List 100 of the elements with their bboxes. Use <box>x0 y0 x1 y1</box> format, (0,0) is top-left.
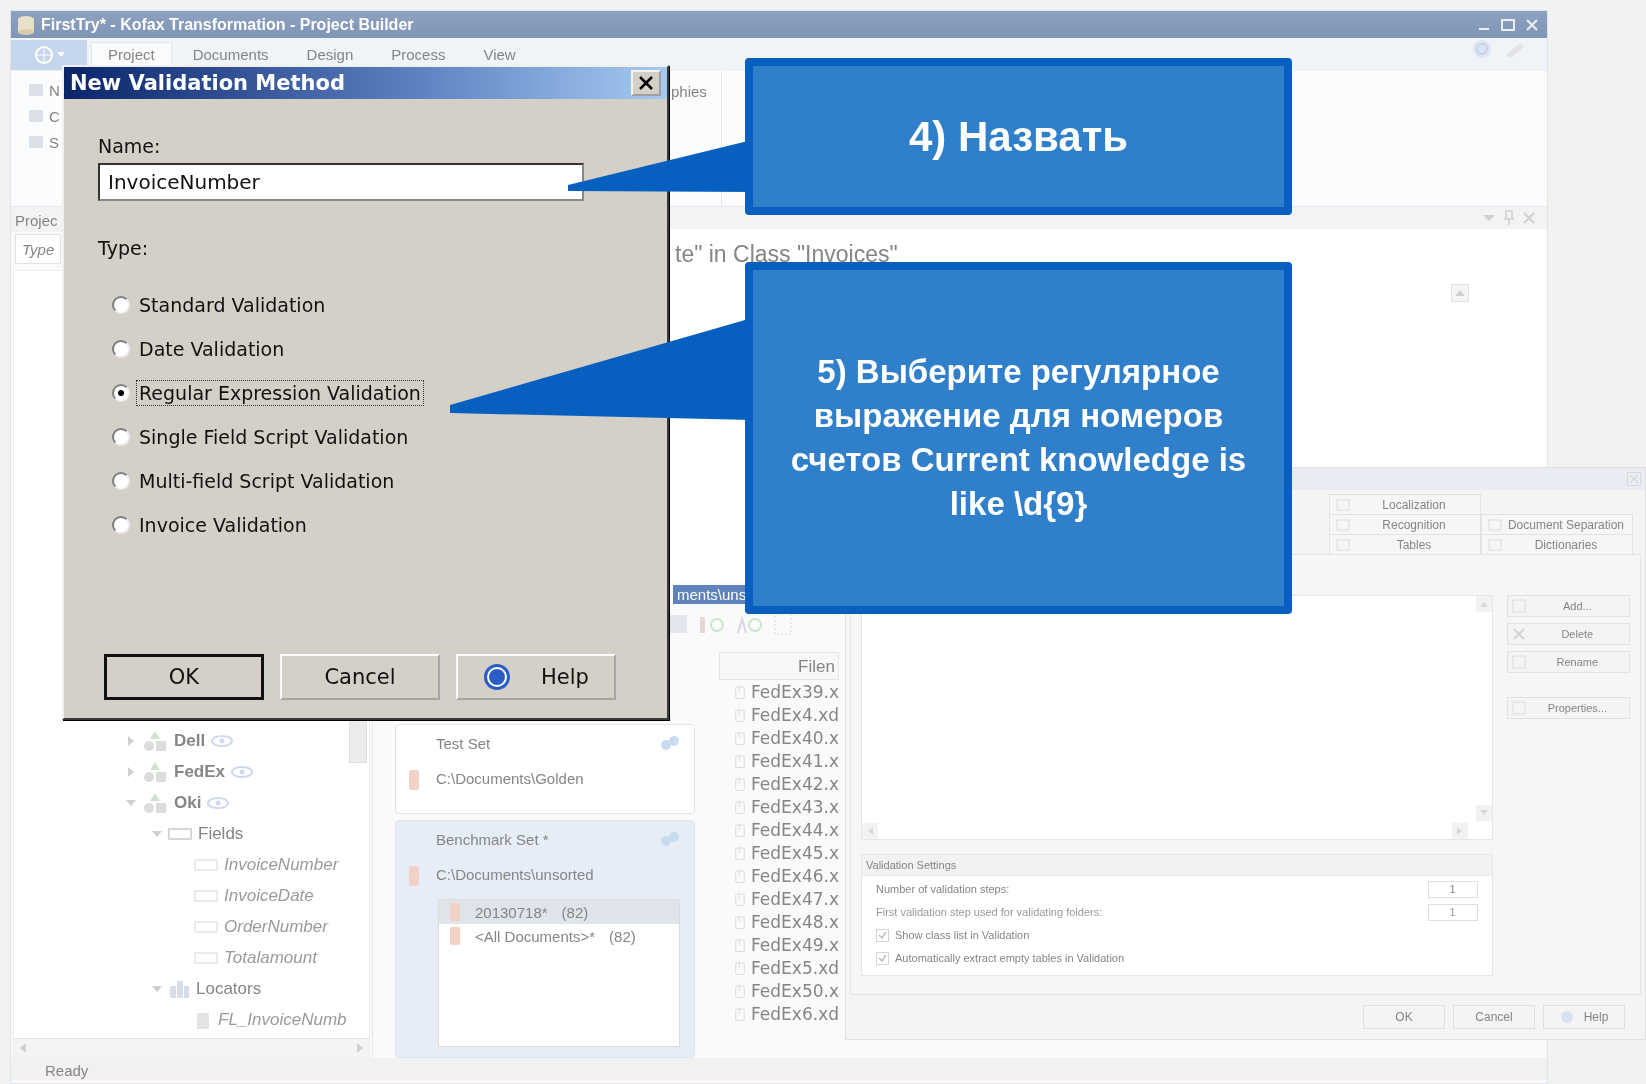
ribbon-command[interactable]: N <box>49 81 60 99</box>
tree-item[interactable]: FL_InvoiceNumb <box>218 1009 347 1030</box>
eye-icon[interactable] <box>207 795 230 810</box>
expanded-arrow-icon[interactable] <box>152 828 162 839</box>
pin-icon[interactable] <box>1503 209 1515 226</box>
ribbon-tab[interactable]: Process <box>374 42 463 66</box>
file-name[interactable]: FedEx44.x <box>751 819 839 840</box>
tree-item[interactable]: Locators <box>196 978 262 999</box>
side-button[interactable]: Add... <box>1506 595 1630 617</box>
dropdown-icon[interactable] <box>1483 212 1495 223</box>
close-icon[interactable] <box>1523 16 1541 33</box>
document-set-card[interactable]: Benchmark Set * C:\Documents\unsorted 20130718* (82) <All Documents>* (82) <box>395 820 695 1058</box>
radio-button[interactable] <box>112 428 130 446</box>
close-icon[interactable] <box>1523 211 1535 224</box>
tree-item[interactable]: Oki <box>174 792 202 813</box>
side-button[interactable]: Rename <box>1506 651 1630 673</box>
column-header[interactable]: Filen <box>719 652 839 680</box>
file-name[interactable]: FedEx45.x <box>751 842 839 863</box>
link-icon[interactable] <box>660 831 680 847</box>
scroll-right-icon[interactable] <box>1451 823 1468 839</box>
tree-item[interactable]: Dell <box>174 730 206 751</box>
file-name[interactable]: FedEx6.xd <box>751 1003 839 1024</box>
field-icon <box>194 889 218 902</box>
eye-icon[interactable] <box>211 733 234 748</box>
dialog-button[interactable]: Help <box>456 654 616 700</box>
settings-tab[interactable]: Dictionaries <box>1481 534 1633 554</box>
radio-button[interactable] <box>112 516 130 534</box>
file-name[interactable]: FedEx47.x <box>751 888 839 909</box>
grid-icon[interactable] <box>774 613 792 636</box>
file-name[interactable]: FedEx49.x <box>751 934 839 955</box>
dialog-button[interactable]: Help <box>1543 1005 1625 1029</box>
set-list-item[interactable]: <All Documents>* (82) <box>439 924 679 948</box>
scroll-right-icon[interactable] <box>355 1043 365 1053</box>
file-name[interactable]: FedEx50.x <box>751 980 839 1001</box>
close-button[interactable] <box>631 70 661 96</box>
maximize-icon[interactable] <box>1499 16 1517 33</box>
tree-item[interactable]: Totalamount <box>224 947 317 968</box>
radio-label[interactable]: Multi-field Script Validation <box>136 468 398 494</box>
ribbon-command[interactable]: C <box>49 107 60 125</box>
file-name[interactable]: FedEx43.x <box>751 796 839 817</box>
checkbox[interactable] <box>876 928 889 942</box>
dialog-button[interactable]: Cancel <box>1453 1005 1535 1029</box>
checkbox[interactable] <box>876 951 889 965</box>
radio-button[interactable] <box>112 296 130 314</box>
search-field[interactable]: Type <box>15 234 61 264</box>
radio-label[interactable]: Single Field Script Validation <box>136 424 412 450</box>
ribbon-tab[interactable]: Documents <box>175 42 286 66</box>
radio-label[interactable]: Standard Validation <box>136 292 329 318</box>
dialog-button[interactable]: OK <box>104 654 264 700</box>
name-input[interactable]: InvoiceNumber <box>98 163 584 201</box>
link-icon[interactable] <box>660 735 680 751</box>
close-icon[interactable] <box>1627 472 1641 486</box>
file-name[interactable]: FedEx40.x <box>751 727 839 748</box>
collapsed-arrow-icon[interactable] <box>126 735 136 746</box>
ribbon-tab[interactable]: Project <box>91 42 172 66</box>
callout-tooltip: 4) Назвать <box>745 58 1292 215</box>
file-name[interactable]: FedEx42.x <box>751 773 839 794</box>
app-menu-button[interactable] <box>11 40 87 70</box>
expanded-arrow-icon[interactable] <box>126 797 136 808</box>
settings-tab[interactable]: Recognition <box>1329 514 1481 534</box>
file-name[interactable]: FedEx39.x <box>751 681 839 702</box>
set-path: C:\Documents\Golden <box>436 770 585 787</box>
settings-tab[interactable]: Tables <box>1329 534 1481 554</box>
collapsed-arrow-icon[interactable] <box>126 766 136 777</box>
file-name[interactable]: FedEx41.x <box>751 750 839 771</box>
file-name[interactable]: FedEx48.x <box>751 911 839 932</box>
scroll-up-icon[interactable] <box>1475 596 1492 612</box>
tree-item[interactable]: InvoiceNumber <box>224 854 339 875</box>
dialog-button[interactable]: OK <box>1363 1005 1445 1029</box>
radio-label[interactable]: Regular Expression Validation <box>136 380 424 406</box>
file-name[interactable]: FedEx5.xd <box>751 957 839 978</box>
scroll-down-icon[interactable] <box>1475 805 1492 821</box>
tree-item[interactable]: InvoiceDate <box>224 885 314 906</box>
ribbon-tab[interactable]: Design <box>289 42 371 66</box>
radio-label[interactable]: Invoice Validation <box>136 512 310 538</box>
document-set-card[interactable]: Test Set C:\Documents\Golden <box>395 724 695 814</box>
scroll-left-icon[interactable] <box>862 823 878 839</box>
ribbon-tab[interactable]: View <box>466 42 533 66</box>
radio-label[interactable]: Date Validation <box>136 336 288 362</box>
settings-tab[interactable]: Localization <box>1329 494 1481 514</box>
dialog-title: New Validation Method <box>70 71 345 95</box>
number-spinner[interactable]: 1 <box>1427 880 1478 898</box>
file-name[interactable]: FedEx4.xd <box>751 704 839 725</box>
tree-item[interactable]: OrderNumber <box>224 916 328 937</box>
radio-button[interactable] <box>112 340 130 358</box>
scroll-left-icon[interactable] <box>18 1043 28 1053</box>
eye-icon[interactable] <box>231 764 254 779</box>
scroll-up-icon[interactable] <box>1451 283 1469 302</box>
set-list-item[interactable]: 20130718* (82) <box>439 900 679 924</box>
tree-item[interactable]: Fields <box>198 823 244 844</box>
ribbon-command[interactable]: S <box>49 133 59 151</box>
expanded-arrow-icon[interactable] <box>152 983 162 994</box>
settings-tab[interactable]: Document Separation <box>1481 514 1633 534</box>
side-button[interactable]: Properties... <box>1506 697 1630 719</box>
radio-button[interactable] <box>112 472 130 490</box>
dialog-button[interactable]: Cancel <box>280 654 440 700</box>
side-button[interactable]: Delete <box>1506 623 1630 645</box>
file-name[interactable]: FedEx46.x <box>751 865 839 886</box>
tree-item[interactable]: FedEx <box>174 761 226 782</box>
radio-button[interactable] <box>112 384 130 402</box>
